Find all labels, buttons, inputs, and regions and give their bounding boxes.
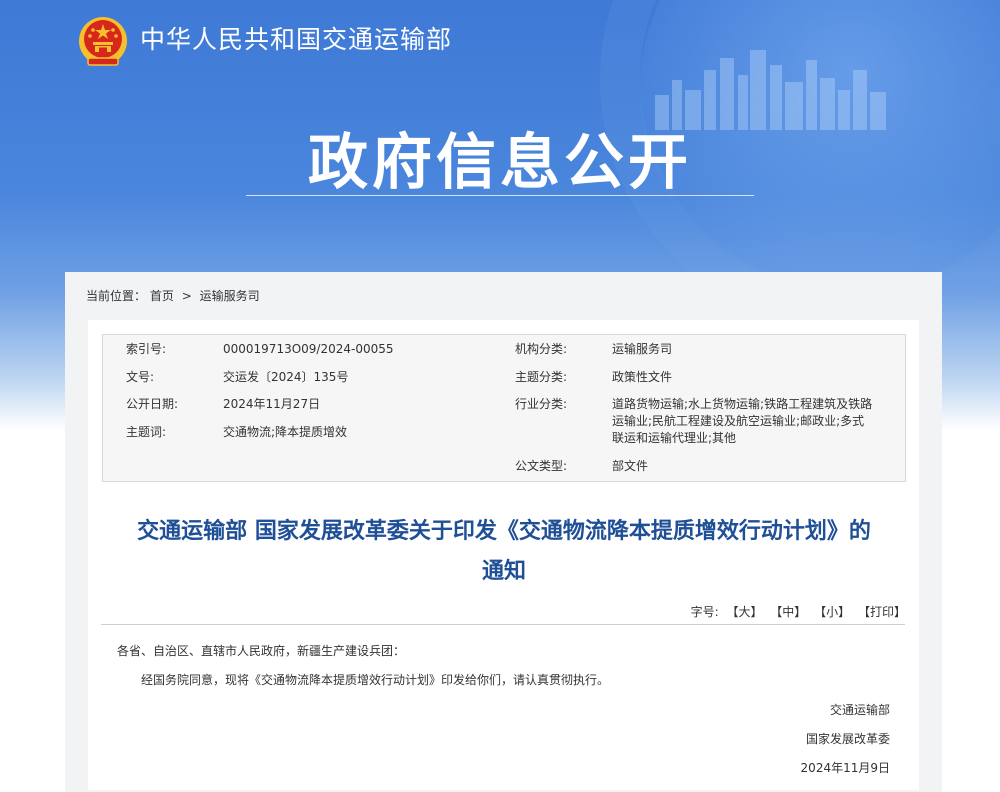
- national-emblem-logo: [79, 17, 127, 66]
- keywords-label: 主题词:: [126, 425, 167, 439]
- font-size-large-button[interactable]: 【大】: [726, 603, 762, 620]
- metadata-table: 索引号: 000019713O09/2024-00055 文号: 交运发〔202…: [102, 334, 906, 482]
- keywords-value: 交通物流;降本提质增效: [223, 425, 348, 439]
- doc-no-value: 交运发〔2024〕135号: [223, 370, 349, 384]
- document-title-line2: 通知: [481, 559, 526, 584]
- topic-category-label: 主题分类:: [515, 370, 568, 384]
- doc-type-label: 公文类型:: [515, 459, 568, 473]
- org-category-value: 运输服务司: [612, 342, 673, 356]
- signatory-ndrc: 国家发展改革委: [805, 732, 890, 746]
- index-no-value: 000019713O09/2024-00055: [223, 342, 394, 356]
- industry-category-value: 道路货物运输;水上货物运输;铁路工程建筑及铁路运输业;民航工程建设及航空运输业;…: [612, 397, 873, 445]
- breadcrumb-prefix: 当前位置：: [86, 289, 147, 303]
- doc-type-value: 部文件: [612, 459, 649, 473]
- banner-title-underline: [246, 195, 754, 196]
- industry-category-label: 行业分类:: [515, 397, 568, 411]
- signatory-ministry: 交通运输部: [829, 703, 890, 717]
- doc-no-label: 文号:: [126, 370, 155, 384]
- breadcrumb-separator: >: [181, 289, 192, 303]
- publish-date-label: 公开日期:: [126, 397, 179, 411]
- font-size-label: 字号:: [690, 605, 719, 619]
- document-title: 交通运输部 国家发展改革委关于印发《交通物流降本提质增效行动计划》的 通知: [100, 512, 908, 592]
- city-skyline-illustration: [655, 50, 886, 130]
- breadcrumb-link-department[interactable]: 运输服务司: [200, 287, 260, 305]
- document-title-line1: 交通运输部 国家发展改革委关于印发《交通物流降本提质增效行动计划》的: [137, 519, 871, 544]
- salutation: 各省、自治区、直辖市人民政府，新疆生产建设兵团：: [117, 644, 406, 658]
- font-size-bar: 字号: 【大】 【中】 【小】 【打印】: [687, 603, 906, 620]
- banner-title: 政府信息公开: [308, 128, 692, 198]
- font-size-medium-button[interactable]: 【中】: [770, 603, 806, 620]
- font-size-small-button[interactable]: 【小】: [814, 603, 850, 620]
- site-title[interactable]: 中华人民共和国交通运输部: [140, 22, 452, 58]
- breadcrumb-link-home[interactable]: 首页: [150, 287, 174, 305]
- content-divider: [101, 624, 905, 625]
- index-no-label: 索引号:: [126, 342, 167, 356]
- topic-category-value: 政策性文件: [612, 370, 673, 384]
- breadcrumb: 当前位置： 首页 > 运输服务司: [86, 287, 260, 305]
- publish-date-value: 2024年11月27日: [223, 397, 321, 411]
- signing-date: 2024年11月9日: [800, 761, 890, 775]
- print-button[interactable]: 【打印】: [858, 603, 906, 620]
- body-paragraph: 经国务院同意，现将《交通物流降本提质增效行动计划》印发给你们，请认真贯彻执行。: [141, 673, 610, 687]
- org-category-label: 机构分类:: [515, 342, 568, 356]
